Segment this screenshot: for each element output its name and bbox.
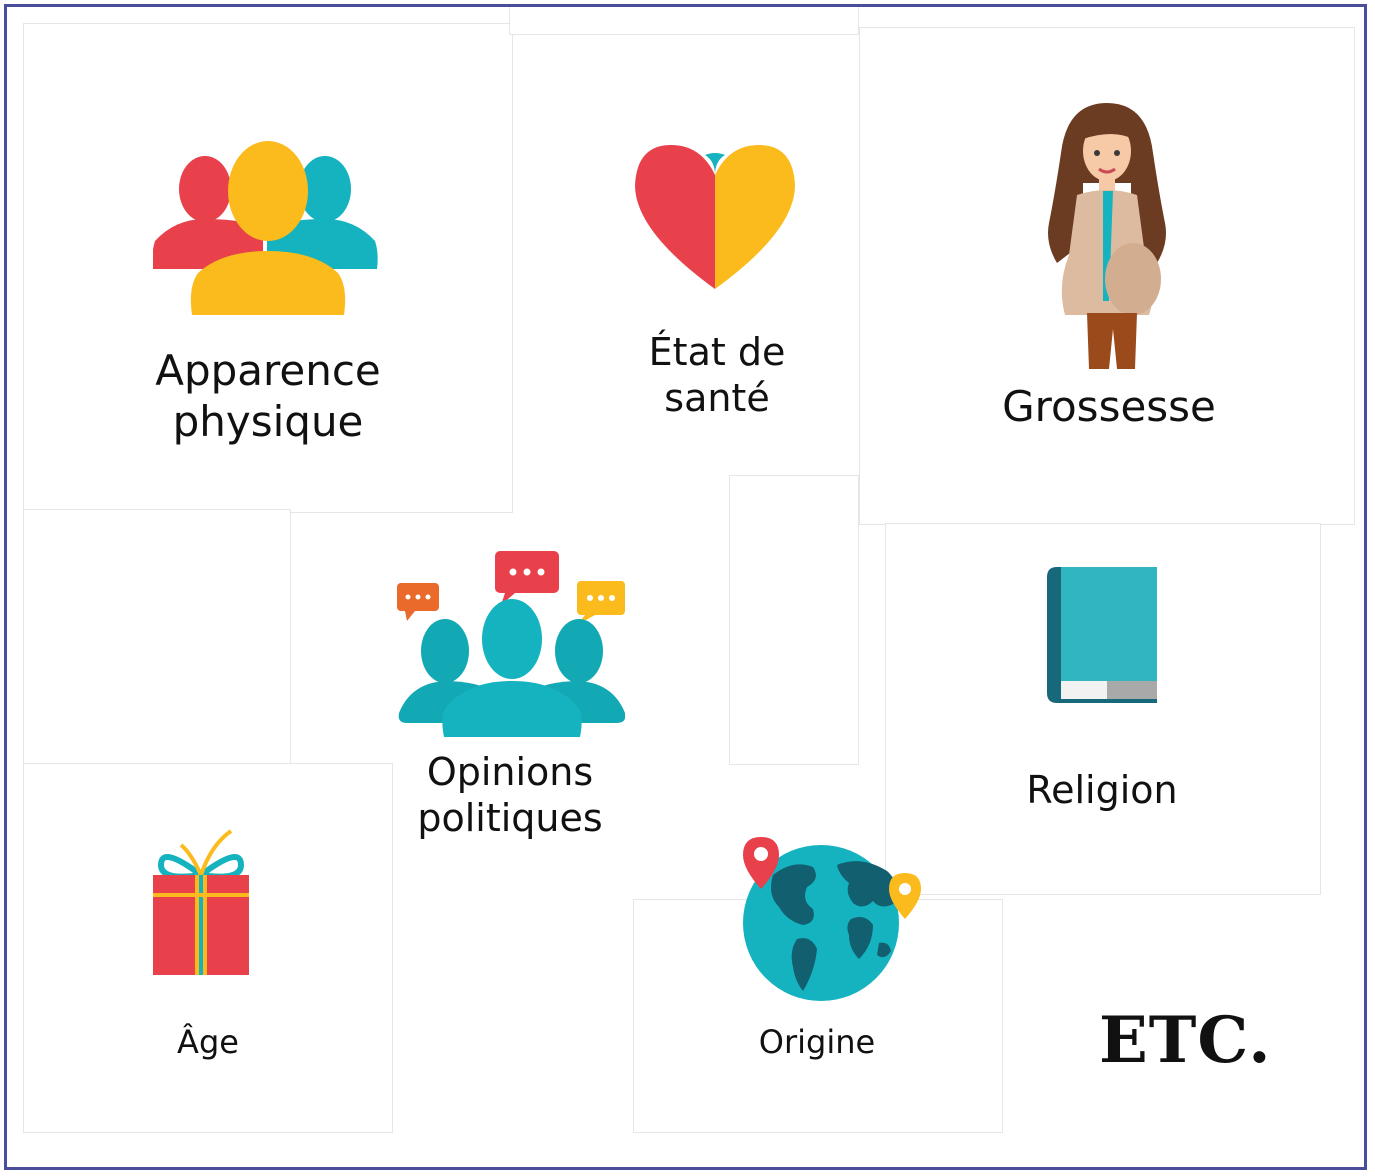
label-age: Âge — [177, 1023, 239, 1061]
label-health: État de santé — [648, 330, 786, 421]
people-group-icon — [153, 141, 378, 315]
label-origin: Origine — [758, 1023, 876, 1061]
card-blank-middle — [729, 475, 859, 765]
card-blank-left — [23, 509, 291, 765]
heart-icon — [635, 145, 795, 289]
card-top-strip — [509, 7, 859, 35]
label-political: Opinions politiques — [417, 750, 603, 841]
label-pregnancy: Grossesse — [1002, 382, 1216, 431]
label-physical: Apparence physique — [155, 346, 381, 447]
globe-pins-icon — [743, 837, 921, 1001]
speech-bubbles-people-icon — [397, 551, 625, 737]
label-religion: Religion — [1026, 768, 1178, 812]
etc-label: ETC. — [1099, 1003, 1272, 1078]
gift-icon — [153, 829, 249, 975]
pregnant-woman-icon — [1048, 103, 1166, 369]
book-icon — [1047, 567, 1157, 703]
collage-frame: Apparence physique État de santé Grossesse — [4, 4, 1367, 1170]
